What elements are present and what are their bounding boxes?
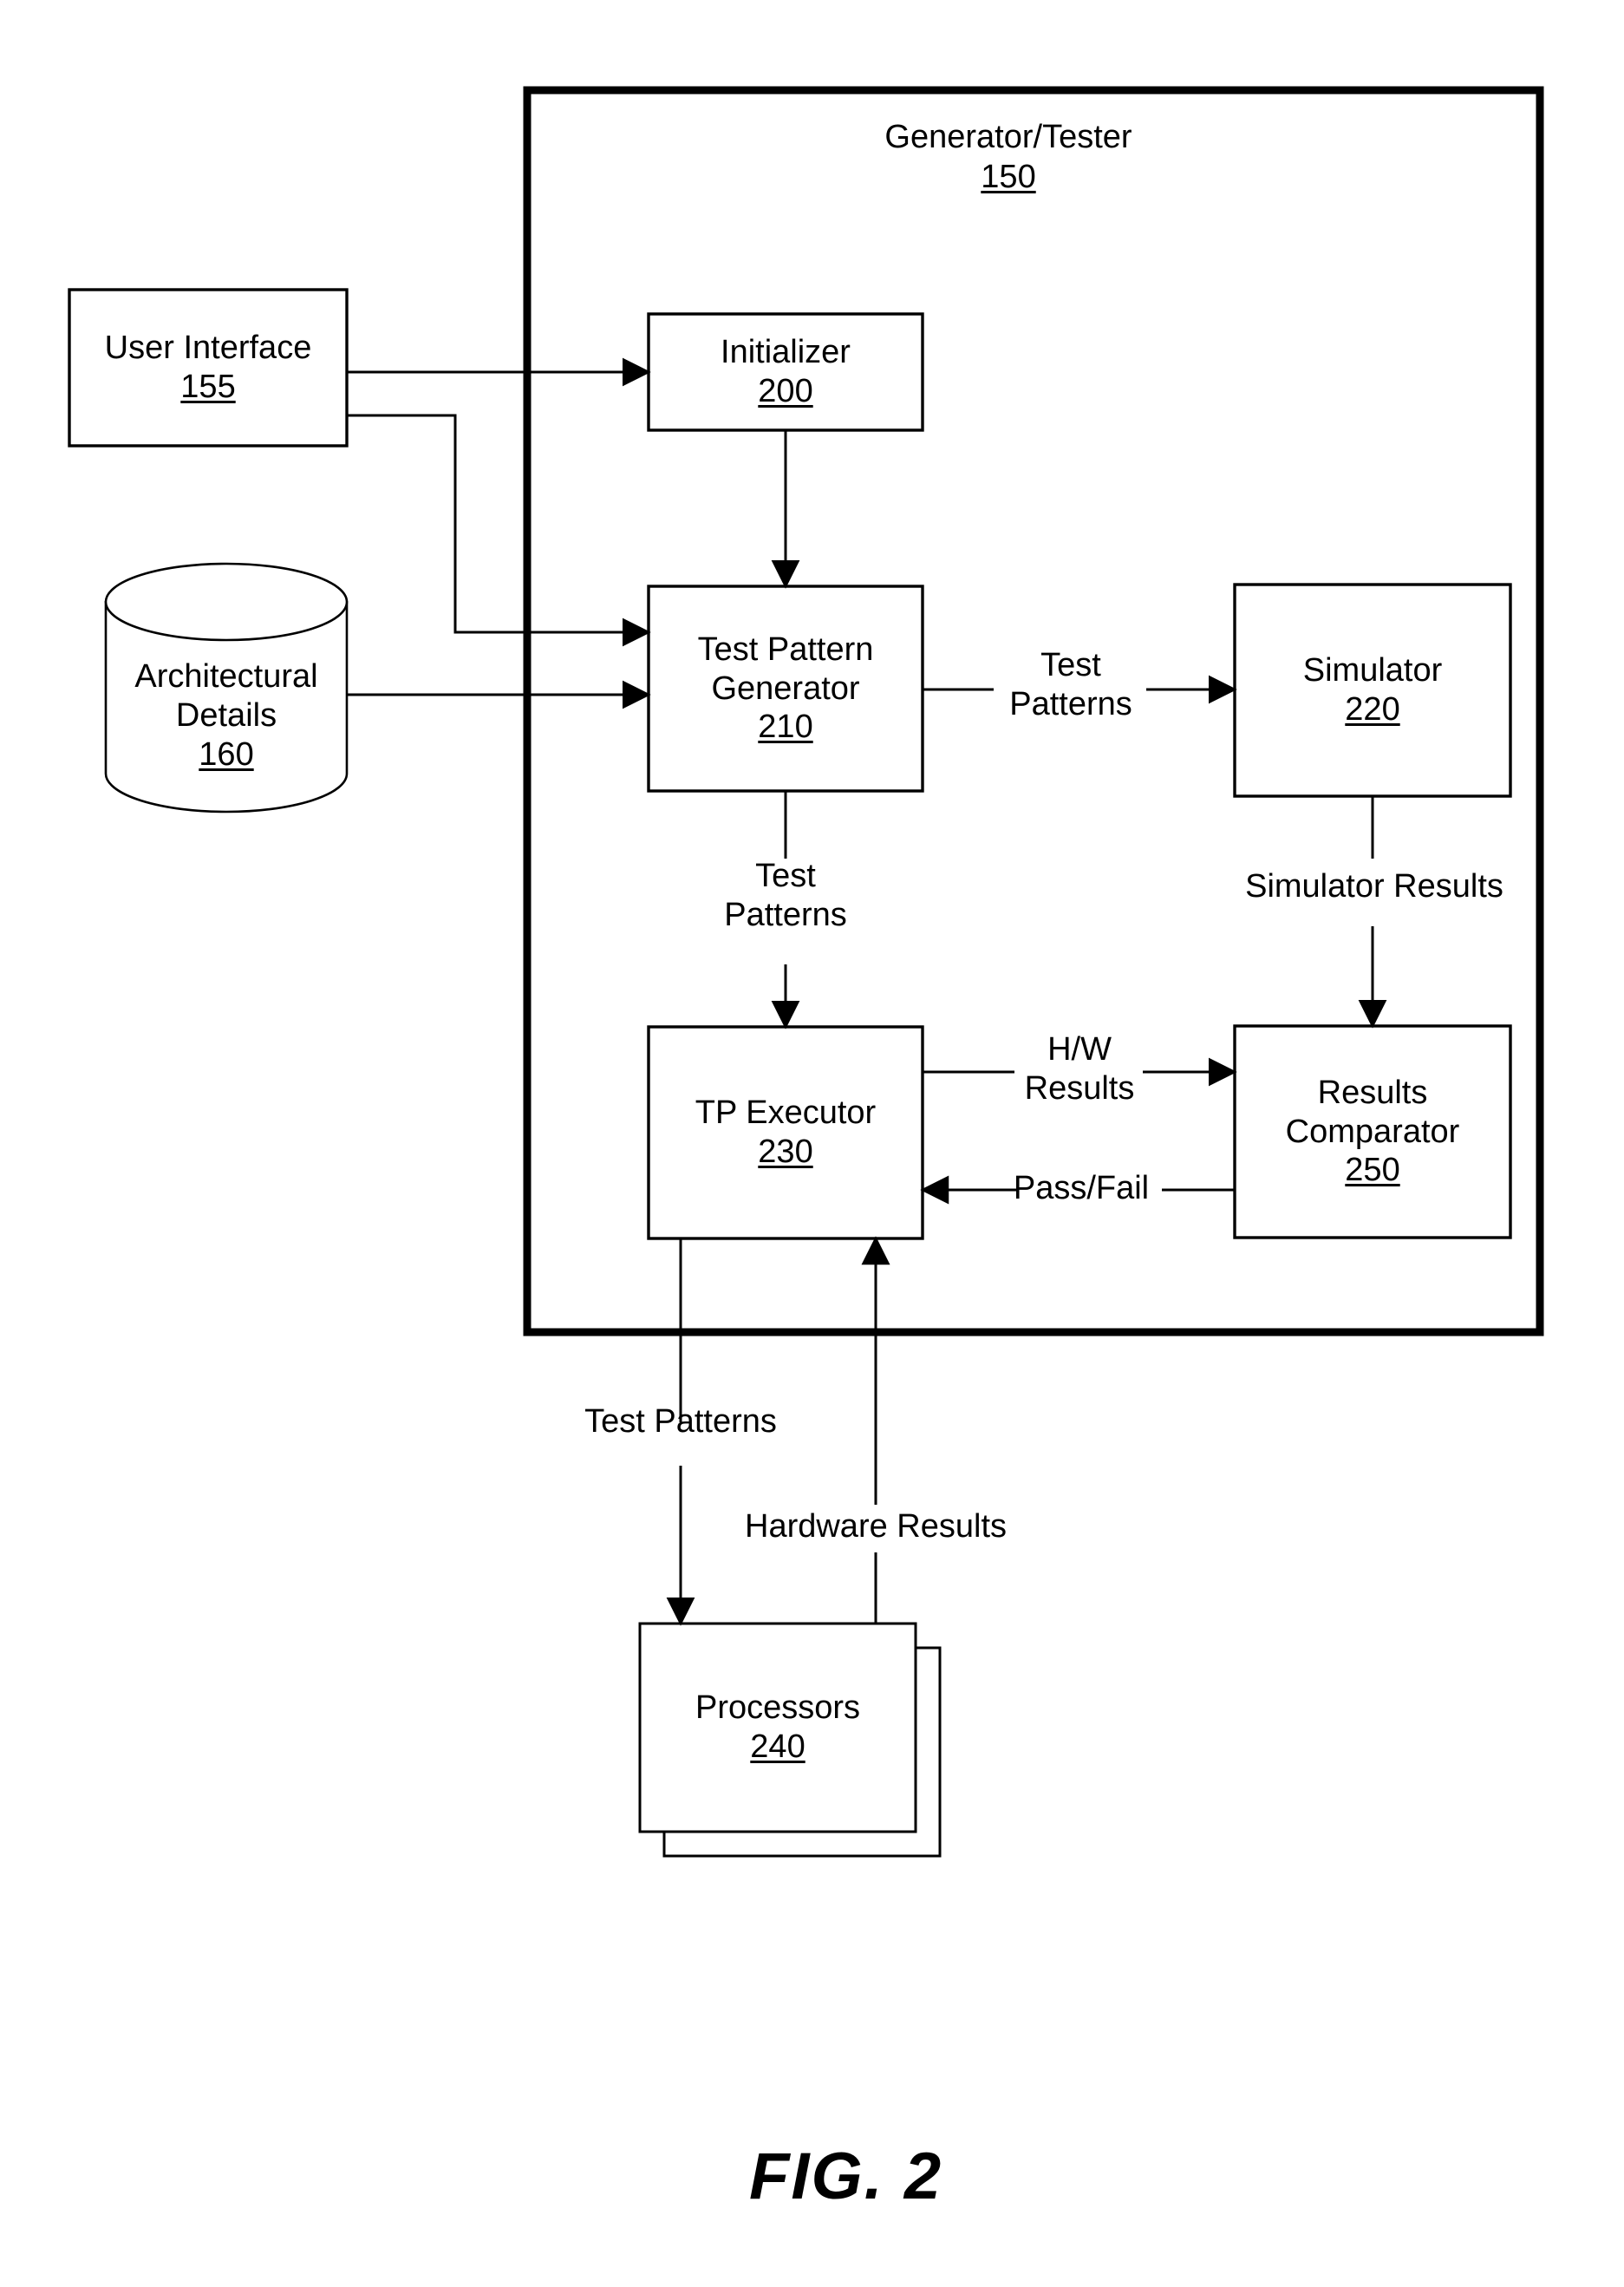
test-pattern-generator-ref: 210 <box>758 709 813 746</box>
generator-tester-title: Generator/Tester 150 <box>839 118 1177 197</box>
user-interface-title: User Interface <box>104 330 312 367</box>
edge-user-interface-to-test-pattern-generator <box>347 414 651 647</box>
edge-label-hardware-results-text: Hardware Results <box>745 1508 1007 1545</box>
figure-caption: FIG. 2 <box>749 2140 943 2213</box>
tp-executor-label-group: TP Executor 230 <box>649 1027 923 1238</box>
generator-tester-ref: 150 <box>981 158 1036 195</box>
edge-label-test-patterns-to-simulator: Test Patterns <box>1009 647 1132 722</box>
test-pattern-generator-title-line1: Test Pattern <box>697 631 874 668</box>
test-pattern-generator-title-line2: Generator <box>711 670 860 707</box>
figure-canvas: Generator/Tester 150 User Interface 155 … <box>0 0 1624 2287</box>
initializer-label-group: Initializer 200 <box>649 314 923 430</box>
simulator-title: Simulator <box>1302 652 1443 689</box>
edge-label-pass-fail: Pass/Fail <box>1013 1170 1150 1206</box>
tp-executor-ref: 230 <box>758 1134 813 1170</box>
initializer-title: Initializer <box>721 334 851 371</box>
architectural-details-ref: 160 <box>199 735 254 773</box>
user-interface-ref: 155 <box>180 369 236 405</box>
processors-label-group: Processors 240 <box>640 1624 916 1832</box>
simulator-label-group: Simulator 220 <box>1235 585 1510 796</box>
tp-executor-title: TP Executor <box>695 1094 877 1132</box>
architectural-details-title-line1: Architectural <box>134 658 318 696</box>
results-comparator-ref: 250 <box>1345 1152 1400 1189</box>
initializer-ref: 200 <box>758 373 813 409</box>
edge-label-test-patterns-to-executor: Test Patterns <box>724 858 847 933</box>
edge-label-test-patterns-to-processors: Test Patterns <box>584 1403 777 1440</box>
architectural-details-label-group: Architectural Details 160 <box>106 640 347 792</box>
user-interface-label-group: User Interface 155 <box>69 290 347 446</box>
generator-tester-title-label: Generator/Tester <box>884 119 1132 155</box>
simulator-ref: 220 <box>1345 691 1400 728</box>
results-comparator-title-line2: Comparator <box>1285 1113 1460 1150</box>
results-comparator-title-line1: Results <box>1317 1074 1428 1111</box>
results-comparator-label-group: Results Comparator 250 <box>1235 1026 1510 1238</box>
edge-label-hw-results: H/W Results <box>1024 1031 1135 1107</box>
architectural-details-title-line2: Details <box>175 697 277 735</box>
test-pattern-generator-label-group: Test Pattern Generator 210 <box>649 586 923 791</box>
processors-ref: 240 <box>750 1728 805 1765</box>
processors-title: Processors <box>695 1689 861 1727</box>
edge-label-simulator-results: Simulator Results <box>1245 868 1503 905</box>
